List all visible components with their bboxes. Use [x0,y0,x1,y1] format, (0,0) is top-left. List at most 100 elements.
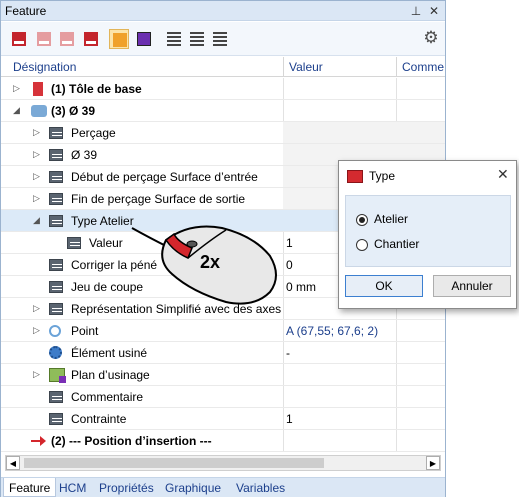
expand-icon[interactable]: ▷ [33,149,43,161]
sheet-insert-button[interactable] [9,29,29,49]
purple-arrow-button[interactable] [134,29,154,49]
collapse-icon[interactable]: ◢ [33,215,43,227]
sheet-insert-icon [12,32,26,46]
row-value[interactable]: - [286,346,290,360]
scroll-thumb[interactable] [24,458,324,468]
column-commentaire[interactable]: Comme [402,60,444,74]
panel-title: Feature [5,4,47,18]
row-label: Début de perçage Surface d’entrée [71,170,258,184]
tab-hcm[interactable]: HCM [54,478,91,497]
sheet-insert-disabled-button[interactable] [34,29,54,49]
sort-down-button[interactable] [210,29,230,49]
sort-2-icon [190,32,204,46]
scroll-left-icon[interactable]: ◀ [6,456,20,470]
expand-icon[interactable]: ▷ [33,369,43,381]
expand-icon[interactable]: ▷ [13,83,23,95]
parameter-icon [49,281,63,293]
scroll-right-icon[interactable]: ▶ [426,456,440,470]
tree-row[interactable]: Commentaire [1,386,445,408]
purple-arrow-icon [137,32,151,46]
row-label: (3) Ø 39 [51,104,96,118]
parameter-icon [49,259,63,271]
tree-row[interactable]: Contrainte 1 [1,408,445,430]
settings-gear-icon[interactable]: ⚙ [422,29,440,47]
radio-chantier-label[interactable]: Chantier [374,237,419,251]
row-value[interactable]: A (67,55; 67,6; 2) [286,324,378,338]
row-label: Fin de perçage Surface de sortie [71,192,246,206]
row-label: Ø 39 [71,148,98,162]
parameter-icon [49,303,63,315]
sheet-insert-disabled-2-button[interactable] [57,29,77,49]
parameter-icon [49,413,63,425]
tab-proprietes[interactable]: Propriétés [94,478,159,497]
cancel-button[interactable]: Annuler [433,275,511,297]
sheet-active-button[interactable] [109,29,129,49]
tree-row[interactable]: ◢ (3) Ø 39 [1,100,445,122]
column-designation[interactable]: Désignation [13,60,76,74]
toolbar [1,22,445,56]
row-label: Valeur [89,236,123,250]
sort-2-button[interactable] [187,29,207,49]
row-value[interactable]: 1 [286,412,293,426]
row-label: Perçage [71,126,116,140]
tree-row[interactable]: (2) --- Position d’insertion --- [1,430,445,452]
radio-chantier[interactable] [356,239,368,251]
mouse-cable [131,227,167,247]
expand-icon[interactable]: ▷ [33,303,43,315]
tree-row[interactable]: ▷ (1) Tôle de base [1,78,445,100]
expand-icon[interactable]: ▷ [33,193,43,205]
parameter-icon [49,215,63,227]
sort-up-icon [167,32,181,46]
dialog-title: Type [369,169,396,183]
dialog-close-icon[interactable]: ✕ [497,166,509,183]
sheet-icon [33,82,43,96]
bottom-tabs: Feature HCM Propriétés Graphique Variabl… [1,477,445,497]
row-label: Commentaire [71,390,144,404]
sort-down-icon [213,32,227,46]
horizontal-scrollbar[interactable]: ◀ ▶ [5,455,441,471]
tab-variables[interactable]: Variables [231,478,290,497]
collapse-icon[interactable]: ◢ [13,105,23,117]
parameter-icon [49,149,63,161]
tree-row[interactable]: Élément usiné - [1,342,445,364]
column-valeur[interactable]: Valeur [289,60,323,74]
double-click-label: 2x [200,252,220,272]
tree-row[interactable]: ▷ Perçage [1,122,445,144]
dialog-app-icon [347,170,363,183]
parameter-icon [49,391,63,403]
expand-icon[interactable]: ▷ [33,325,43,337]
machining-plane-icon [49,368,66,383]
sheet-update-icon [84,32,98,46]
radio-atelier[interactable] [356,214,368,226]
parameter-icon [49,171,63,183]
close-icon[interactable]: ✕ [427,3,441,19]
row-value[interactable]: 0 mm [286,280,316,294]
parameter-icon [67,237,81,249]
sheet-update-button[interactable] [81,29,101,49]
row-label: Point [71,324,99,338]
machined-element-icon [49,346,62,359]
tree-row[interactable]: ▷ Point A (67,55; 67,6; 2) [1,320,445,342]
sheet-insert-disabled-icon [37,32,51,46]
row-label: Plan d’usinage [71,368,150,382]
ok-button[interactable]: OK [345,275,423,297]
row-label: (2) --- Position d’insertion --- [51,434,212,448]
column-header: Désignation Valeur Comme [1,57,445,77]
type-dialog: Type ✕ Atelier Chantier OK Annuler [338,160,517,309]
sheet-active-icon [113,33,127,47]
radio-atelier-label[interactable]: Atelier [374,212,408,226]
expand-icon[interactable]: ▷ [33,171,43,183]
row-label: (1) Tôle de base [51,82,142,96]
point-icon [49,325,61,337]
tab-feature[interactable]: Feature [3,478,57,497]
parameter-icon [49,127,63,139]
expand-icon[interactable]: ▷ [33,127,43,139]
tab-graphique[interactable]: Graphique [160,478,226,497]
mouse-double-click-illustration: 2x [131,225,277,305]
mouse-wheel-icon [186,240,198,248]
row-label: Type Atelier [71,214,134,228]
pin-icon[interactable]: ⊥ [409,3,423,19]
sort-up-button[interactable] [164,29,184,49]
red-arrow-icon [31,435,47,447]
tree-row[interactable]: ▷ Plan d’usinage [1,364,445,386]
